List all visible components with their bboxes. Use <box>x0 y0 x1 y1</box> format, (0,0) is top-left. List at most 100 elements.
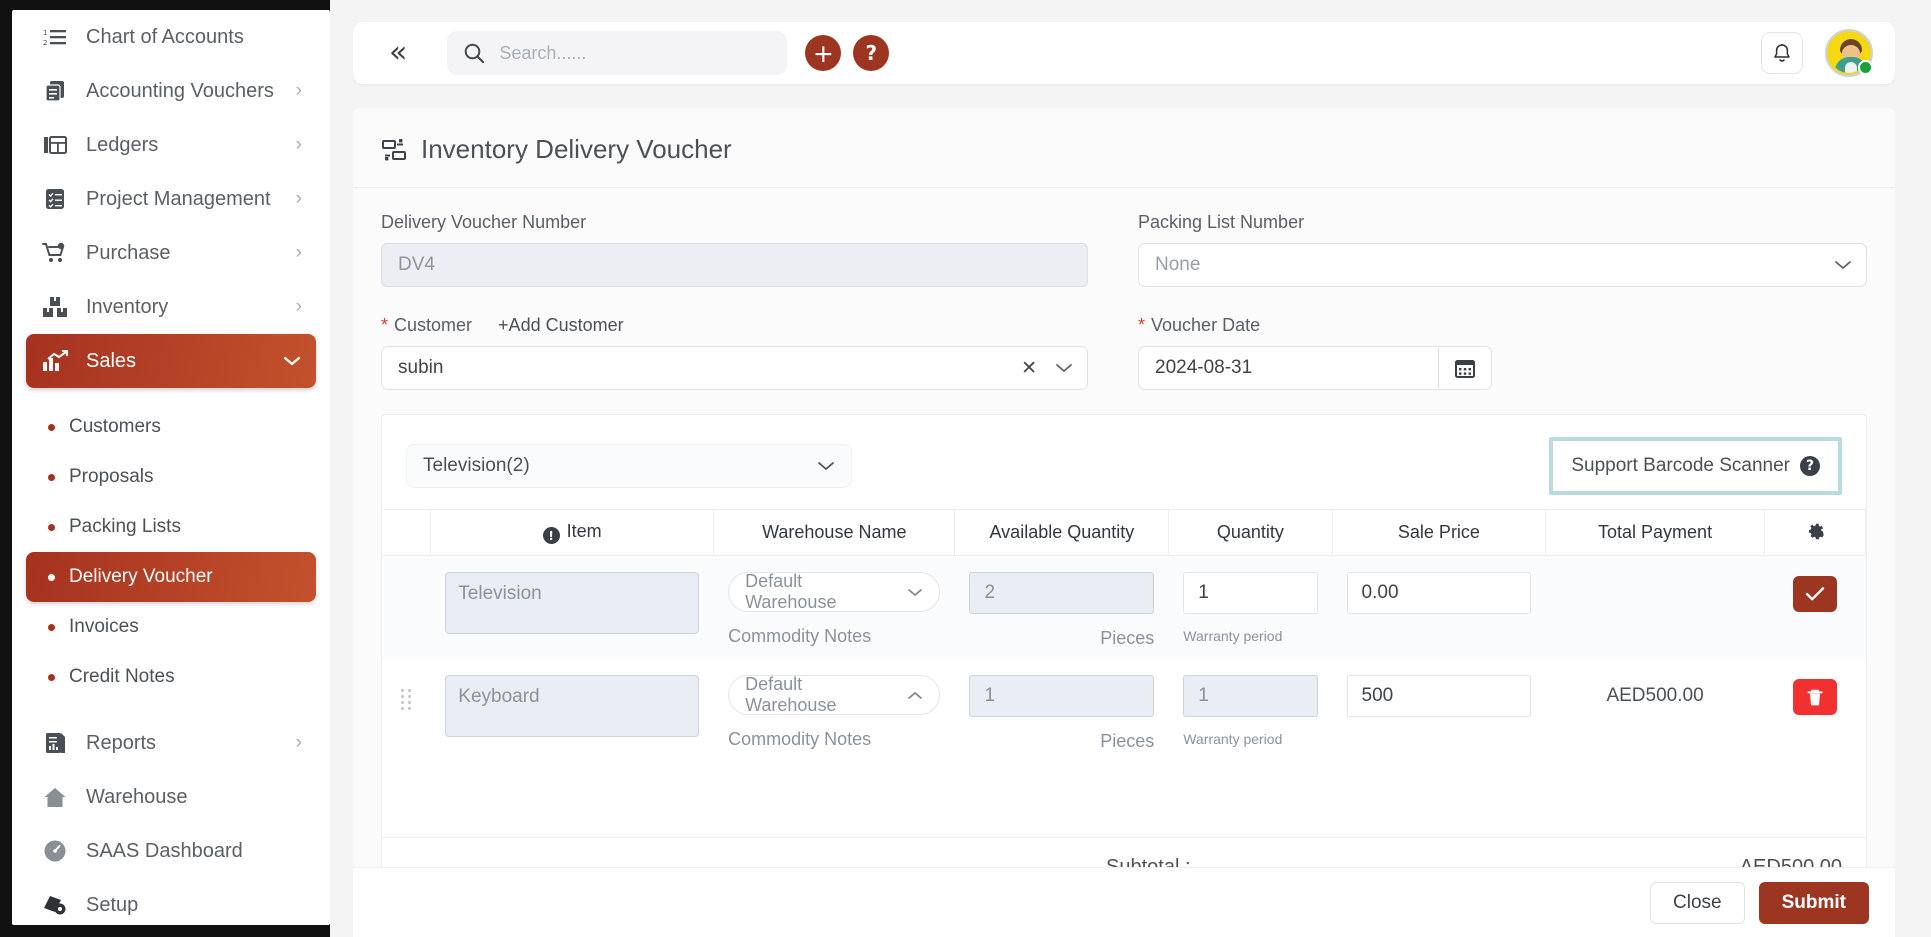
sidebar-item-setup[interactable]: Setup <box>26 878 316 925</box>
sidebar-item-credit-notes[interactable]: Credit Notes <box>26 652 316 702</box>
item-cell-wrap <box>431 659 713 752</box>
sidebar-subitem-label: Delivery Voucher <box>69 566 213 587</box>
sidebar-item-reports[interactable]: Reports › <box>26 716 316 770</box>
sidebar-sales-submenu: Customers Proposals Packing Lists Delive… <box>12 402 330 702</box>
barcode-button-label: Support Barcode Scanner <box>1571 455 1790 476</box>
commodity-notes-link[interactable]: Commodity Notes <box>728 626 940 647</box>
bullet-icon <box>48 423 55 431</box>
search-input[interactable] <box>499 42 772 64</box>
sidebar-item-label: SAAS Dashboard <box>86 839 243 862</box>
confirm-row-button[interactable] <box>1792 576 1837 612</box>
submit-button[interactable]: Submit <box>1758 881 1869 924</box>
search-icon <box>463 42 485 64</box>
chevron-down-icon <box>907 587 923 598</box>
add-button[interactable]: + <box>805 35 842 71</box>
sidebar-subitem-label: Invoices <box>69 616 139 637</box>
row-drag-handle[interactable] <box>400 689 413 710</box>
help-button[interactable]: ? <box>853 35 890 71</box>
warehouse-select[interactable]: Default Warehouse <box>728 571 941 612</box>
sidebar-main-nav: 12 Chart of Accounts Accounting Vouchers… <box>12 10 330 388</box>
th-sale-price: Sale Price <box>1331 509 1547 556</box>
sidebar-item-project-management[interactable]: Project Management › <box>26 172 316 226</box>
sidebar-item-ledgers[interactable]: Ledgers › <box>26 118 316 172</box>
home-icon <box>40 784 70 810</box>
sidebar-collapse-button[interactable]: « <box>375 38 421 68</box>
sale-price-input[interactable]: 0.00 <box>1346 572 1532 614</box>
sidebar-item-label: Project Management <box>86 187 271 210</box>
add-customer-link[interactable]: +Add Customer <box>498 315 624 336</box>
online-status-badge <box>1858 60 1873 75</box>
sidebar-item-label: Purchase <box>86 241 171 264</box>
search-box[interactable] <box>447 31 788 75</box>
items-table-header: ! Item Warehouse Name Available Quantity … <box>382 509 1866 556</box>
sidebar-item-delivery-voucher[interactable]: Delivery Voucher <box>26 552 316 602</box>
chevron-down-icon <box>1834 259 1852 271</box>
quantity-input[interactable]: 1 <box>1183 675 1318 717</box>
packing-list-select[interactable]: None <box>1138 243 1867 287</box>
row-action-cell <box>1764 659 1865 762</box>
delivery-voucher-icon <box>381 138 407 162</box>
calendar-icon <box>1454 357 1476 379</box>
chevron-right-icon: › <box>295 242 302 263</box>
bullet-icon <box>48 623 55 631</box>
sidebar-item-accounting-vouchers[interactable]: Accounting Vouchers › <box>26 64 316 118</box>
gauge-icon <box>40 838 70 864</box>
help-circle-icon[interactable]: ? <box>1800 456 1820 476</box>
th-drag <box>382 509 432 556</box>
quantity-input[interactable]: 1 <box>1183 572 1318 614</box>
main-content: « + ? <box>330 0 1931 937</box>
sidebar-item-sales[interactable]: Sales <box>26 334 316 388</box>
calendar-button[interactable] <box>1438 346 1492 390</box>
clear-icon[interactable]: ✕ <box>1021 357 1037 380</box>
sale-price-input[interactable]: 500 <box>1346 675 1532 717</box>
voucher-date-field[interactable]: 2024-08-31 <box>1138 346 1492 390</box>
checklist-icon <box>40 186 70 212</box>
chevron-right-icon: › <box>295 188 302 209</box>
sidebar-item-chart-of-accounts[interactable]: 12 Chart of Accounts <box>26 10 316 64</box>
item-name-input[interactable] <box>445 675 700 737</box>
voucher-number-label: Delivery Voucher Number <box>381 212 587 232</box>
sidebar-item-label: Inventory <box>86 295 169 318</box>
commodity-notes-link[interactable]: Commodity Notes <box>728 729 940 750</box>
page-title-text: Inventory Delivery Voucher <box>421 134 732 164</box>
voucher-date-input[interactable]: 2024-08-31 <box>1138 346 1438 390</box>
sidebar-item-label: Reports <box>86 731 157 754</box>
ledger-book-icon <box>40 132 70 158</box>
sidebar-item-label: Setup <box>86 893 139 916</box>
voucher-form: Delivery Voucher Number DV4 * Customer +… <box>353 188 1895 390</box>
customer-select[interactable]: subin ✕ <box>381 346 1088 390</box>
warehouse-select[interactable]: Default Warehouse <box>728 674 941 715</box>
warehouse-value: Default Warehouse <box>745 674 837 715</box>
delete-row-button[interactable] <box>1792 679 1837 715</box>
quantity-wrap: 1 Warranty period <box>1169 556 1331 654</box>
sidebar-item-warehouse[interactable]: Warehouse <box>26 770 316 824</box>
sidebar-item-inventory[interactable]: Inventory › <box>26 280 316 334</box>
gear-icon[interactable] <box>1805 520 1825 540</box>
item-name-input[interactable] <box>445 572 700 634</box>
sale-price-wrap: 0.00 <box>1333 556 1546 624</box>
support-barcode-scanner-button[interactable]: Support Barcode Scanner ? <box>1549 437 1842 495</box>
bullet-icon <box>48 673 55 681</box>
sidebar-item-customers[interactable]: Customers <box>26 402 316 452</box>
settings-gear-icon <box>40 892 70 918</box>
item-picker-value: Television(2) <box>423 455 530 476</box>
sidebar-item-packing-lists[interactable]: Packing Lists <box>26 502 316 552</box>
sidebar-item-purchase[interactable]: Purchase › <box>26 226 316 280</box>
sidebar-item-proposals[interactable]: Proposals <box>26 452 316 502</box>
avatar[interactable] <box>1825 29 1873 77</box>
sidebar-item-invoices[interactable]: Invoices <box>26 602 316 652</box>
th-item-label: Item <box>566 520 602 541</box>
customer-value: subin <box>398 357 444 378</box>
sale-price-wrap: 500 <box>1333 659 1546 727</box>
notifications-button[interactable] <box>1761 32 1803 74</box>
sidebar-subitem-label: Packing Lists <box>69 516 181 537</box>
item-picker-select[interactable]: Television(2) <box>406 444 852 488</box>
available-quantity-input: 1 <box>969 675 1155 717</box>
close-button[interactable]: Close <box>1650 881 1745 924</box>
th-settings[interactable] <box>1763 509 1866 556</box>
voucher-card: Inventory Delivery Voucher Delivery Vouc… <box>353 108 1895 868</box>
bell-icon <box>1772 43 1792 64</box>
sidebar-item-saas-dashboard[interactable]: SAAS Dashboard <box>26 824 316 878</box>
warranty-period-label: Warranty period <box>1183 628 1283 644</box>
th-warehouse-name: Warehouse Name <box>713 509 956 556</box>
